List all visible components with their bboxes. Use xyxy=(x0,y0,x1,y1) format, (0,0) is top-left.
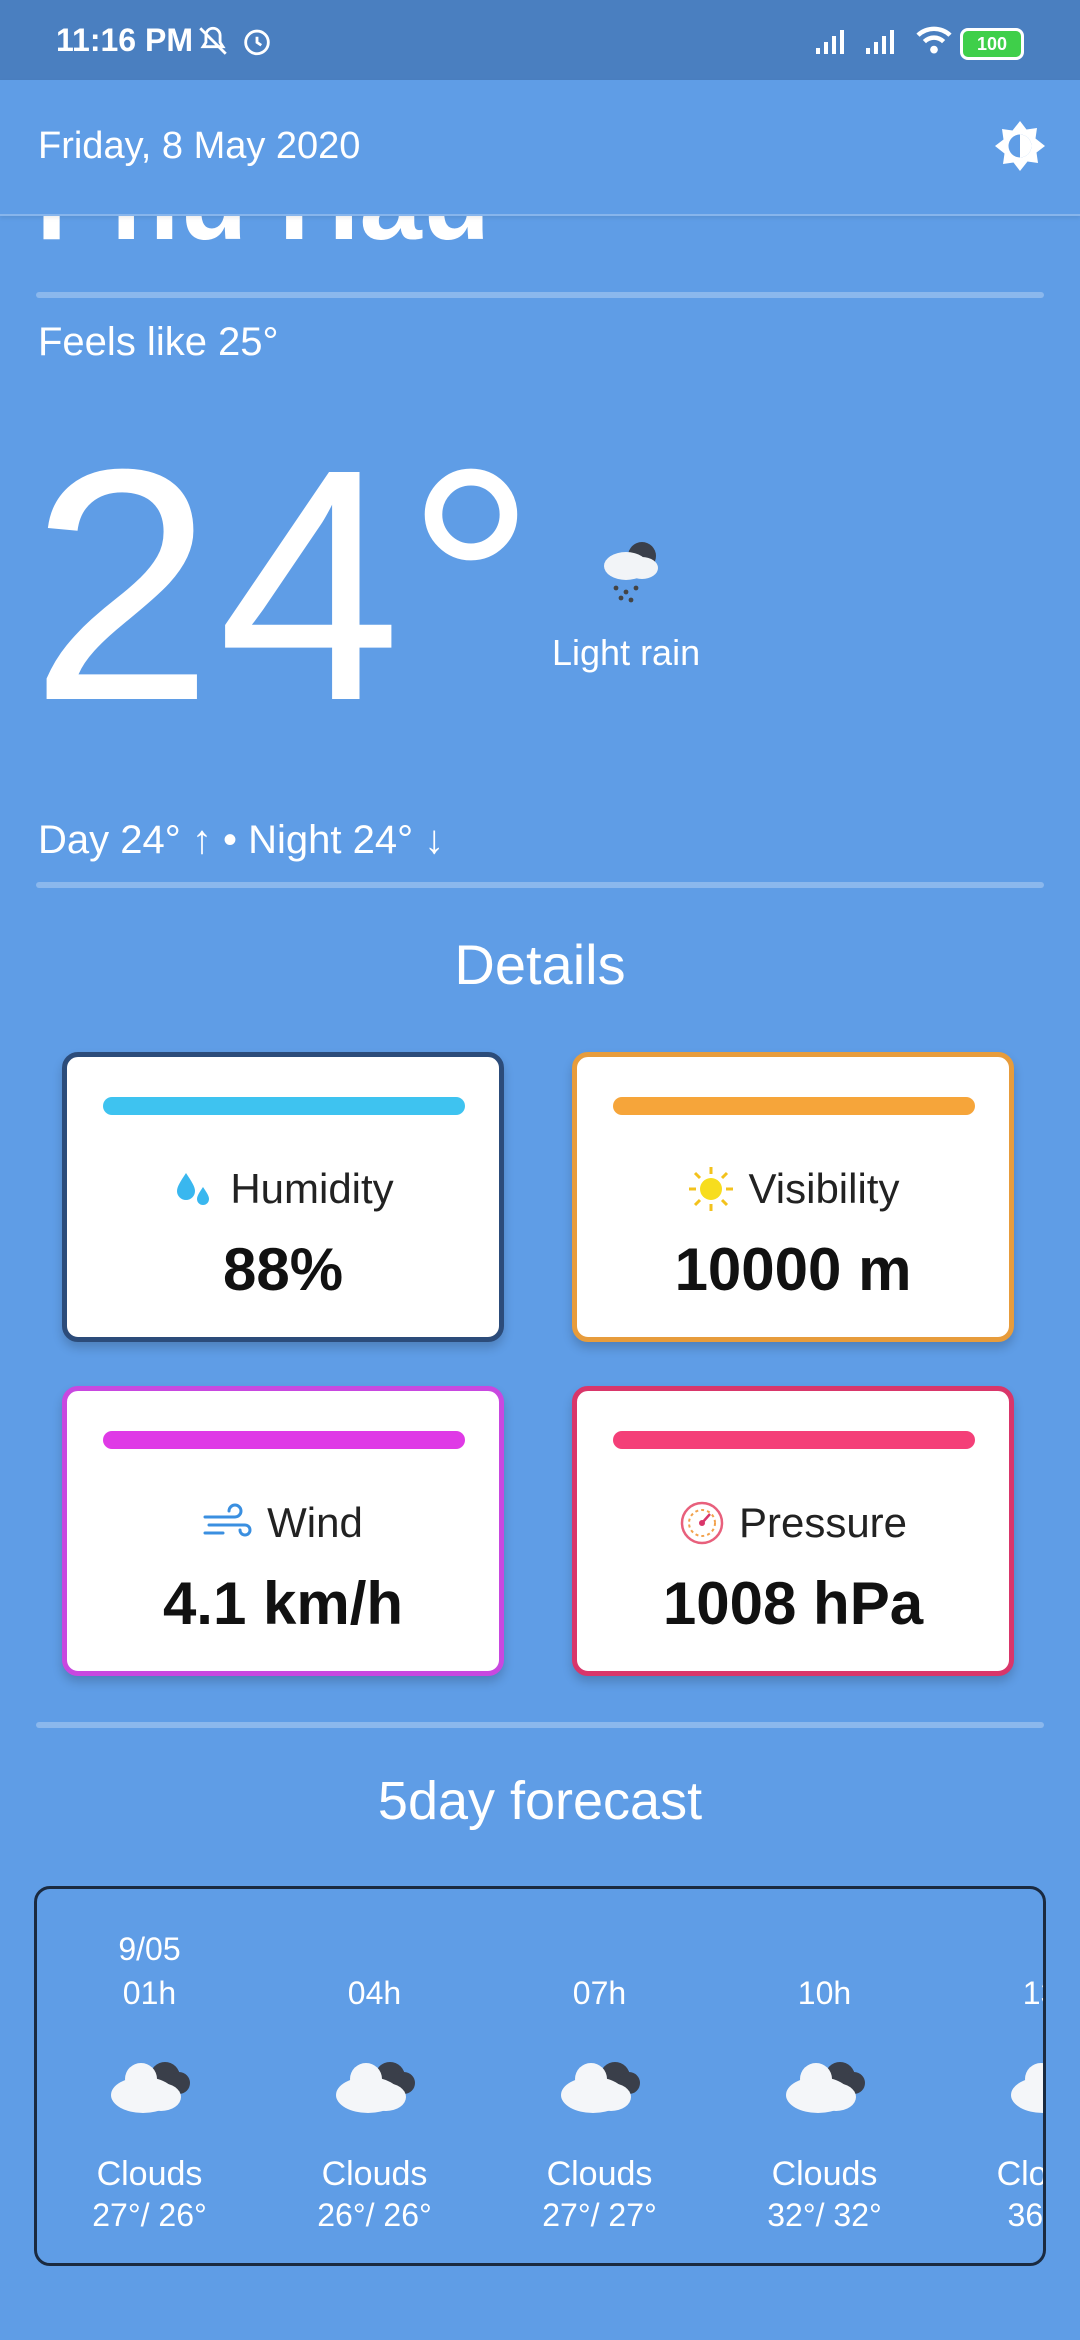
alarm-icon xyxy=(244,29,270,56)
details-title: Details xyxy=(454,933,626,996)
city-clip: Phu Hau xyxy=(0,214,1080,264)
divider xyxy=(36,882,1044,888)
forecast-condition: Clouds xyxy=(996,2155,1046,2193)
forecast-range: 27°/ 27° xyxy=(542,2197,657,2233)
forecast-hour: 13h xyxy=(1022,1975,1043,2011)
forecast-title: 5day forecast xyxy=(377,1771,703,1831)
day-night-temps: Day 24° ↑ • Night 24° ↓ xyxy=(38,818,445,862)
card-label: Wind xyxy=(267,1499,363,1546)
clouds-icon xyxy=(1011,2063,1043,2113)
clouds-icon xyxy=(111,2062,190,2113)
card-label: Humidity xyxy=(230,1165,394,1212)
battery-icon: 100 xyxy=(960,28,1024,60)
forecast-hour: 07h xyxy=(572,1975,627,2011)
feels-like: Feels like 25° xyxy=(38,320,279,364)
visibility-card[interactable]: Visibility 10000 m xyxy=(572,1052,1014,1342)
wifi-icon xyxy=(916,26,952,54)
clouds-icon xyxy=(786,2062,865,2113)
humidity-card[interactable]: Humidity 88% xyxy=(62,1052,504,1342)
brightness-icon[interactable] xyxy=(990,116,1050,176)
card-value: 10000 m xyxy=(674,1236,912,1303)
forecast-hour: 04h xyxy=(347,1975,402,2011)
card-label-row: Wind xyxy=(67,1499,499,1547)
signal-icon xyxy=(816,30,844,54)
sun-icon xyxy=(688,1167,733,1211)
forecast-list[interactable]: 9/05 01h Clouds 27°/ 26° 04h Clouds 26°/… xyxy=(34,1886,1046,2266)
card-accent-bar xyxy=(613,1097,975,1115)
forecast-range: 36°/ 3 xyxy=(1007,2197,1044,2233)
forecast-hour: 10h xyxy=(797,1975,852,2011)
forecast-condition: Clouds xyxy=(546,2155,653,2193)
card-value: 88% xyxy=(222,1236,344,1303)
mute-bell-icon xyxy=(199,26,227,55)
card-value: 1008 hPa xyxy=(662,1570,924,1637)
current-date: Friday, 8 May 2020 xyxy=(38,125,361,167)
clouds-icon xyxy=(336,2062,415,2113)
status-time: 11:16 PM xyxy=(56,22,193,58)
current-temperature: 24° xyxy=(30,400,542,769)
divider xyxy=(36,292,1044,298)
forecast-date: 9/05 xyxy=(118,1931,181,1967)
status-bar: 11:16 PM 100 xyxy=(0,0,1080,80)
card-value: 4.1 km/h xyxy=(162,1570,404,1637)
divider xyxy=(36,1722,1044,1728)
card-label-row: Pressure xyxy=(577,1499,1009,1547)
forecast-range: 32°/ 32° xyxy=(767,2197,882,2233)
rain-cloud-icon xyxy=(604,542,658,603)
forecast-range: 26°/ 26° xyxy=(317,2197,432,2233)
clouds-icon xyxy=(561,2062,640,2113)
card-label-row: Visibility xyxy=(577,1165,1009,1213)
card-accent-bar xyxy=(103,1097,465,1115)
forecast-range: 27°/ 26° xyxy=(92,2197,207,2233)
condition-text: Light rain xyxy=(552,632,701,673)
card-accent-bar xyxy=(103,1431,465,1449)
city-name: Phu Hau xyxy=(36,214,490,264)
wind-card[interactable]: Wind 4.1 km/h xyxy=(62,1386,504,1676)
forecast-hour: 01h xyxy=(122,1975,177,2011)
app-bar: Friday, 8 May 2020 xyxy=(0,80,1080,216)
card-label-row: Humidity xyxy=(67,1165,499,1213)
forecast-condition: Clouds xyxy=(771,2155,878,2193)
signal-icon xyxy=(866,30,894,54)
gauge-icon xyxy=(680,1501,724,1545)
wind-icon xyxy=(203,1503,252,1537)
pressure-card[interactable]: Pressure 1008 hPa xyxy=(572,1386,1014,1676)
forecast-condition: Clouds xyxy=(321,2155,428,2193)
card-accent-bar xyxy=(613,1431,975,1449)
card-label: Pressure xyxy=(738,1499,908,1546)
forecast-condition: Clouds xyxy=(96,2155,203,2193)
card-label: Visibility xyxy=(748,1165,900,1212)
water-drops-icon xyxy=(177,1173,210,1205)
